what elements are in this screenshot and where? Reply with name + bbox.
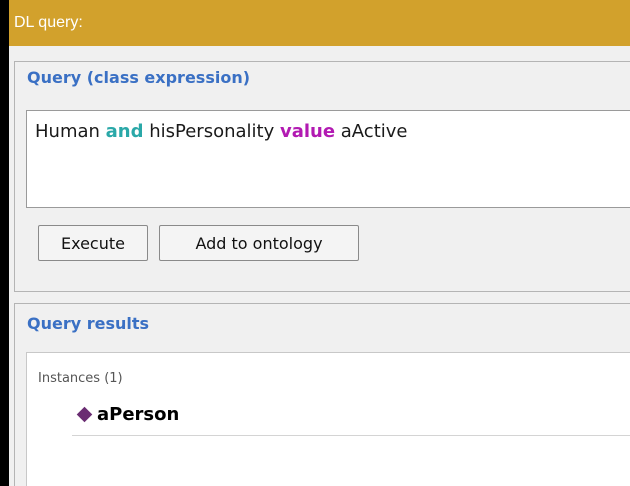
- expression-token: hisPersonality: [143, 121, 280, 142]
- result-item-aperson[interactable]: aPerson: [72, 400, 630, 428]
- results-section-top-line: [14, 303, 630, 304]
- instances-heading: Instances (1): [38, 371, 123, 386]
- view-title-bar: DL query:: [9, 0, 630, 46]
- query-section-bottom-line: [14, 291, 630, 292]
- results-section-title: Query results: [27, 314, 153, 333]
- view-title: DL query:: [14, 14, 83, 31]
- add-to-ontology-button[interactable]: Add to ontology: [159, 225, 359, 261]
- query-section-title: Query (class expression): [27, 68, 254, 87]
- result-item-label: aPerson: [97, 403, 180, 425]
- keyword-value: value: [279, 121, 336, 142]
- expression-token: aActive: [335, 121, 408, 142]
- results-section-left-line: [14, 303, 15, 486]
- class-expression-editor[interactable]: Human and hisPersonality value aActive: [26, 110, 630, 208]
- execute-button[interactable]: Execute: [38, 225, 148, 261]
- query-section-left-line: [14, 61, 15, 291]
- left-border: [0, 0, 9, 486]
- result-item-divider: [72, 435, 630, 436]
- query-section-top-line: [14, 61, 630, 62]
- keyword-and: and: [105, 121, 144, 142]
- individual-diamond-icon: [76, 406, 93, 422]
- expression-token: Human: [35, 121, 106, 142]
